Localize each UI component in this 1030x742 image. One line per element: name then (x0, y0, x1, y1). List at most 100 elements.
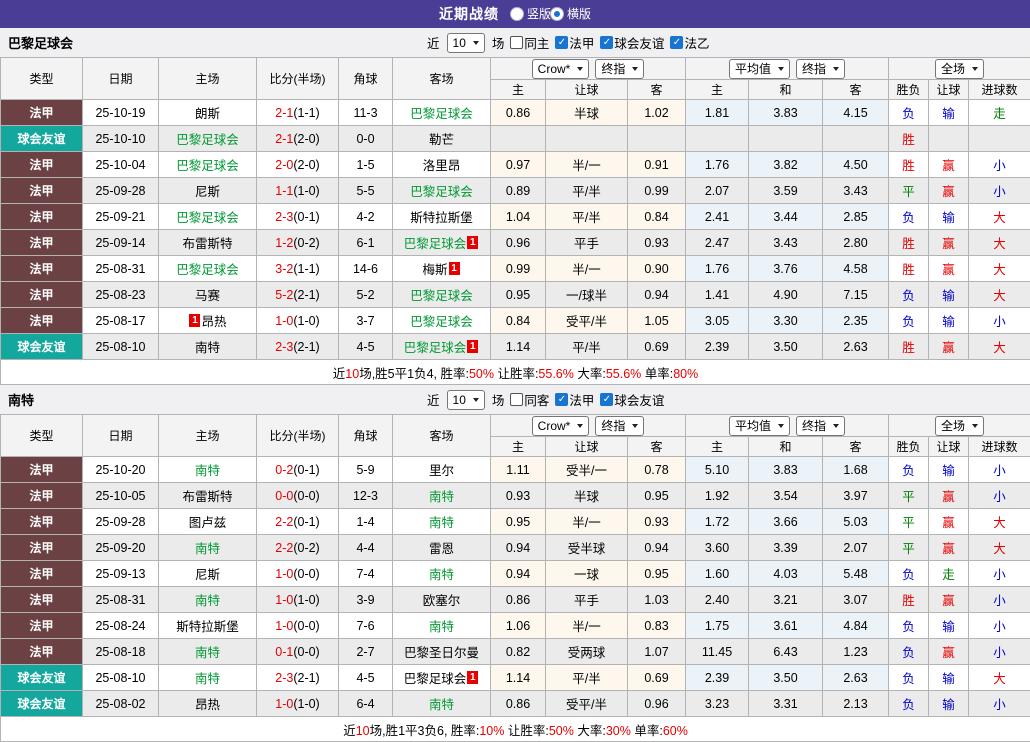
filter-check-法甲[interactable]: ✓法甲 (555, 33, 594, 52)
team-text: 南特 (195, 341, 220, 355)
filter-check-同主[interactable]: 同主 (510, 33, 549, 52)
home-team-cell: 马赛 (159, 282, 257, 308)
avg-odds-select[interactable]: 平均值 (729, 59, 790, 79)
away-team-cell: 雷恩 (393, 535, 491, 561)
crow-home-odds: 1.14 (491, 334, 546, 360)
goals-result-cell: 走 (969, 100, 1030, 126)
filter-check-球会友谊[interactable]: ✓球会友谊 (600, 33, 664, 52)
home-team-cell: 巴黎足球会 (159, 256, 257, 282)
summary-segment: 55.6% (606, 367, 641, 381)
avg-draw-odds: 3.44 (749, 204, 823, 230)
filter-check-球会友谊[interactable]: ✓球会友谊 (600, 390, 664, 409)
team-text: 巴黎足球会 (176, 133, 239, 147)
team-text: 雷恩 (429, 542, 454, 556)
filter-check-法甲[interactable]: ✓法甲 (555, 390, 594, 409)
team-text: 南特 (429, 568, 454, 582)
odds-time-select[interactable]: 终指 (595, 416, 644, 436)
halftime-score: (1-0) (293, 314, 319, 328)
league-type-cell: 法甲 (1, 178, 83, 204)
summary-segment: 60% (663, 724, 688, 738)
avg-away-odds: 2.85 (823, 204, 889, 230)
handicap-line: 平/半 (546, 665, 628, 691)
handicap-line: 受半/一 (546, 457, 628, 483)
odds-source-select[interactable]: Crow* (532, 59, 590, 79)
team-text: 朗斯 (195, 107, 220, 121)
avg-time-select[interactable]: 终指 (796, 59, 845, 79)
avg-away-odds: 4.50 (823, 152, 889, 178)
team-text: 巴黎足球会 (410, 289, 473, 303)
avg-time-select[interactable]: 终指 (796, 416, 845, 436)
corner-cell: 4-5 (339, 665, 393, 691)
crow-away-odds: 0.99 (628, 178, 686, 204)
team-text: 里尔 (429, 464, 454, 478)
subcolumn-header: 胜负 (889, 80, 929, 100)
avg-odds-select[interactable]: 平均值 (729, 416, 790, 436)
avg-away-odds: 3.07 (823, 587, 889, 613)
avg-home-odds: 1.76 (686, 152, 749, 178)
results-table: 类型日期主场比分(半场)角球客场Crow*终指平均值终指全场主让球客主和客胜负让… (0, 414, 1030, 742)
odds-source-select[interactable]: Crow* (532, 416, 590, 436)
avg-draw-odds: 4.03 (749, 561, 823, 587)
halftime-score: (0-0) (293, 619, 319, 633)
score-cell: 1-1(1-0) (257, 178, 339, 204)
chevron-down-icon (632, 424, 638, 428)
layout-radio-vertical[interactable]: 竖版 (511, 5, 551, 22)
table-row: 球会友谊25-08-10南特2-3(2-1)4-5巴黎足球会11.14平/半0.… (1, 334, 1030, 360)
scope-select[interactable]: 全场 (935, 416, 984, 436)
goals-result-cell: 大 (969, 282, 1030, 308)
score-cell: 2-1(1-1) (257, 100, 339, 126)
result-cell: 平 (889, 535, 929, 561)
team-text: 南特 (195, 542, 220, 556)
odds-time-select[interactable]: 终指 (595, 59, 644, 79)
fulltime-score: 1-0 (275, 697, 293, 711)
crow-away-odds (628, 126, 686, 152)
score-cell: 2-1(2-0) (257, 126, 339, 152)
scope-select[interactable]: 全场 (935, 59, 984, 79)
home-team-cell: 南特 (159, 665, 257, 691)
goals-result-cell: 小 (969, 308, 1030, 334)
handicap-line: 一球 (546, 561, 628, 587)
league-type-cell: 法甲 (1, 639, 83, 665)
avg-away-odds: 2.80 (823, 230, 889, 256)
chevron-down-icon (632, 67, 638, 71)
crow-home-odds: 1.06 (491, 613, 546, 639)
avg-away-odds: 5.48 (823, 561, 889, 587)
filter-check-法乙[interactable]: ✓法乙 (670, 33, 709, 52)
odds-source-group: Crow*终指 (491, 415, 686, 437)
goals-result-cell: 小 (969, 639, 1030, 665)
scope-select-value: 全场 (941, 417, 965, 434)
league-type-cell: 法甲 (1, 256, 83, 282)
filter-check-同客[interactable]: 同客 (510, 390, 549, 409)
odds-source-group: Crow*终指 (491, 58, 686, 80)
handicap-result-cell: 赢 (929, 639, 969, 665)
crow-away-odds: 0.90 (628, 256, 686, 282)
halftime-score: (0-1) (293, 515, 319, 529)
fulltime-score: 1-2 (275, 236, 293, 250)
subcolumn-header: 主 (686, 80, 749, 100)
date-cell: 25-10-10 (83, 126, 159, 152)
home-team-cell: 尼斯 (159, 561, 257, 587)
score-cell: 2-0(2-0) (257, 152, 339, 178)
avg-away-odds: 2.13 (823, 691, 889, 717)
score-cell: 0-1(0-0) (257, 639, 339, 665)
table-row: 法甲25-08-23马赛5-2(2-1)5-2巴黎足球会0.95一/球半0.94… (1, 282, 1030, 308)
match-count-select[interactable]: 10 (447, 390, 485, 410)
radio-label: 横版 (567, 5, 591, 22)
avg-home-odds: 1.92 (686, 483, 749, 509)
result-cell: 平 (889, 483, 929, 509)
subcolumn-header: 胜负 (889, 437, 929, 457)
fulltime-score: 2-1 (275, 132, 293, 146)
column-header-5: 客场 (393, 58, 491, 100)
subcolumn-header: 客 (628, 80, 686, 100)
fulltime-score: 1-0 (275, 619, 293, 633)
avg-home-odds: 1.41 (686, 282, 749, 308)
column-header-4: 角球 (339, 415, 393, 457)
crow-home-odds: 0.94 (491, 561, 546, 587)
crow-home-odds (491, 126, 546, 152)
avg-away-odds: 4.15 (823, 100, 889, 126)
corner-cell: 3-9 (339, 587, 393, 613)
score-cell: 1-0(1-0) (257, 587, 339, 613)
corner-cell: 5-5 (339, 178, 393, 204)
match-count-select[interactable]: 10 (447, 33, 485, 53)
layout-radio-horizontal[interactable]: 横版 (551, 5, 591, 22)
